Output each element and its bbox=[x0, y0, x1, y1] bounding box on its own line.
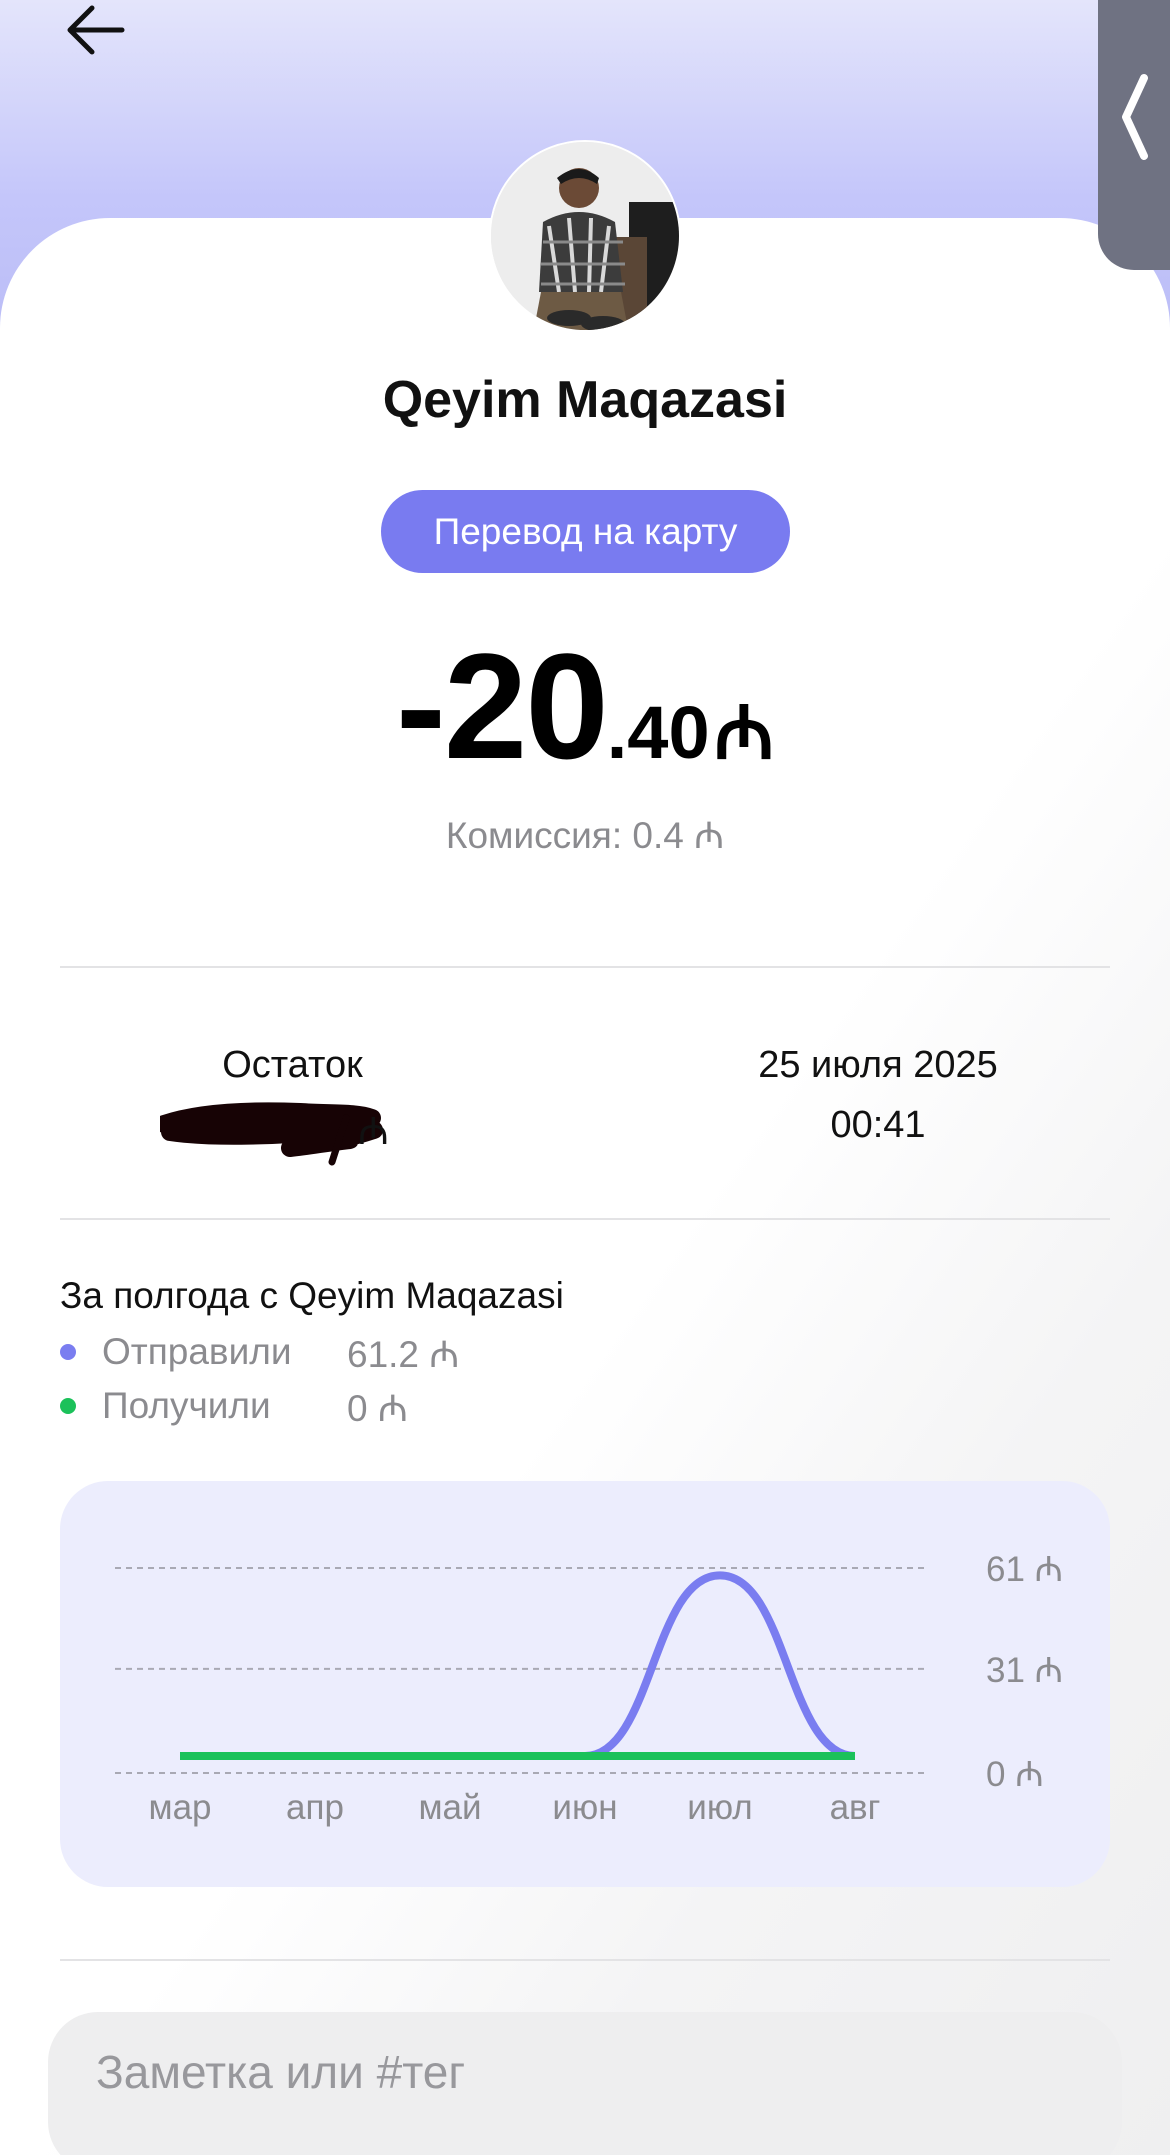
x-tick-label: май bbox=[418, 1788, 481, 1827]
balance-label: Остаток bbox=[222, 1044, 363, 1086]
y-tick-label: 31 ₼ bbox=[986, 1651, 1063, 1690]
activity-chart: 61 ₼ 31 ₼ 0 ₼ мар апр май июн июл авг bbox=[115, 1550, 1063, 1827]
received-dot-icon bbox=[60, 1398, 76, 1414]
note-input[interactable] bbox=[48, 2012, 1122, 2155]
legend-received-label: Получили bbox=[102, 1385, 271, 1426]
summary-title: За полгода с Qeyim Maqazasi bbox=[60, 1275, 564, 1316]
legend-sent-value: 61.2 ₼ bbox=[347, 1333, 460, 1375]
divider bbox=[60, 966, 1110, 968]
transaction-date: 25 июля 2025 bbox=[758, 1044, 998, 1086]
legend-sent: Отправили 61.2 ₼ bbox=[60, 1330, 459, 1375]
y-tick-label: 61 ₼ bbox=[986, 1550, 1063, 1589]
amount-currency: ₼ bbox=[714, 691, 775, 774]
divider bbox=[60, 1218, 1110, 1220]
back-button[interactable] bbox=[58, 2, 130, 58]
chart-card: 61 ₼ 31 ₼ 0 ₼ мар апр май июн июл авг bbox=[60, 1481, 1110, 1887]
x-tick-label: июн bbox=[552, 1788, 617, 1827]
transfer-type-badge[interactable]: Перевод на карту bbox=[381, 490, 790, 573]
balance-currency: ₼ bbox=[358, 1111, 389, 1153]
side-panel-tab[interactable] bbox=[1098, 0, 1170, 270]
x-tick-label: авг bbox=[830, 1788, 881, 1827]
legend-received-value: 0 ₼ bbox=[347, 1387, 408, 1429]
series-line-sent bbox=[179, 1571, 856, 1760]
legend-received: Получили 0 ₼ bbox=[60, 1384, 408, 1429]
transaction-time: 00:41 bbox=[830, 1104, 926, 1146]
sent-dot-icon bbox=[60, 1344, 76, 1360]
x-tick-label: мар bbox=[149, 1788, 212, 1827]
amount-integer: -20 bbox=[395, 622, 609, 790]
merchant-name: Qeyim Maqazasi bbox=[382, 371, 788, 429]
legend-sent-label: Отправили bbox=[102, 1331, 292, 1372]
divider bbox=[60, 1959, 1110, 1961]
amount-fraction: .40 bbox=[606, 691, 710, 774]
y-tick-label: 0 ₼ bbox=[986, 1755, 1044, 1794]
x-tick-label: апр bbox=[286, 1788, 344, 1827]
chevron-left-icon bbox=[1122, 74, 1148, 160]
merchant-avatar bbox=[489, 140, 681, 332]
arrow-left-icon bbox=[67, 5, 125, 55]
commission-text: Комиссия: 0.4 ₼ bbox=[445, 815, 725, 856]
transaction-amount: -20.40 ₼ bbox=[0, 620, 1170, 793]
x-tick-label: июл bbox=[687, 1788, 752, 1827]
